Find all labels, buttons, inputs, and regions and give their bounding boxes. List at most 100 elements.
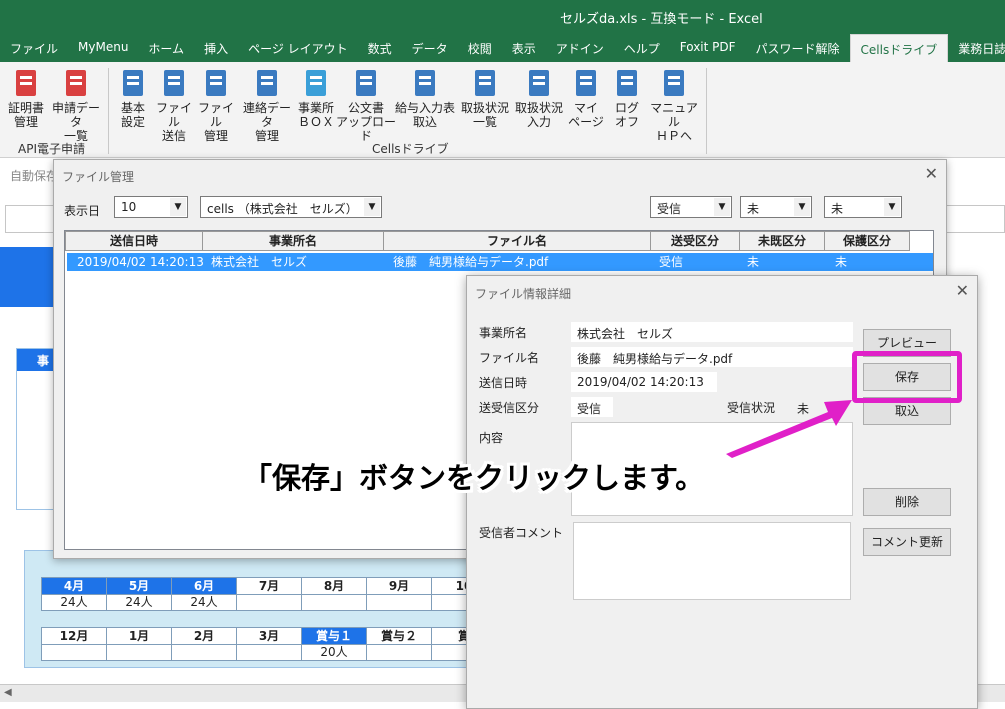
autosave-label: 自動保存 <box>10 169 59 183</box>
gear-icon <box>119 68 147 98</box>
row-office: 株式会社 セルズ <box>211 255 308 269</box>
chevron-down-icon[interactable]: ▼ <box>794 198 810 216</box>
dialog-title: ファイル情報詳細 <box>475 287 572 301</box>
office-select[interactable]: cells （株式会社 セルズ） ▼ <box>200 196 382 218</box>
close-icon[interactable]: ✕ <box>925 164 938 183</box>
row-direction: 受信 <box>659 255 684 269</box>
tab-9[interactable]: アドイン <box>546 34 614 62</box>
direction-value: 受信 <box>571 397 613 417</box>
row-saved: 未 <box>835 255 848 269</box>
tab-11[interactable]: Foxit PDF <box>670 34 746 62</box>
tab-3[interactable]: 挿入 <box>194 34 238 62</box>
tab-10[interactable]: ヘルプ <box>614 34 670 62</box>
upload-icon <box>352 68 380 98</box>
ribbon-button-certificate[interactable]: 証明書 管理 <box>4 66 48 129</box>
ribbon-button-upload[interactable]: 公文書 アップロード <box>336 66 396 143</box>
column-header[interactable]: 事業所名 <box>202 231 384 251</box>
month-value-cell <box>301 595 367 611</box>
file-label: ファイル名 <box>479 351 540 365</box>
group-separator <box>108 68 109 154</box>
delete-button[interactable]: 削除 <box>863 488 951 516</box>
comment-textarea[interactable] <box>573 522 851 600</box>
dialog-title: ファイル管理 <box>62 170 135 184</box>
ribbon-button-label: 管理 <box>13 115 38 129</box>
ribbon-button-status-list[interactable]: 取扱状況 一覧 <box>458 66 512 129</box>
ribbon-button-send-plane[interactable]: ファイル 送信 <box>154 66 194 143</box>
ribbon-button-label: ページ <box>568 115 604 129</box>
month-grid: 4月 5月 6月 7月 8月 9月 10 24人 24人 24人 12月 1月 2月 3月 賞与１ 賞与２… <box>24 550 497 668</box>
ribbon-button-label: ファイル <box>197 101 234 129</box>
tab-1[interactable]: MyMenu <box>68 34 138 62</box>
read-filter[interactable]: 未 ▼ <box>740 196 812 218</box>
chevron-down-icon[interactable]: ▼ <box>714 198 730 216</box>
ribbon-button-egov-list[interactable]: 申請データ 一覧 <box>48 66 104 143</box>
month-value-cell <box>236 595 302 611</box>
chevron-down-icon[interactable]: ▼ <box>170 198 186 216</box>
file-list-row[interactable]: 2019/04/02 14:20:13 株式会社 セルズ 後藤 純男様給与データ… <box>67 253 933 271</box>
scroll-left-icon[interactable]: ◀ <box>4 687 12 698</box>
ribbon-button-gear[interactable]: 基本 設定 <box>114 66 152 129</box>
ribbon-button-contact[interactable]: 連絡データ 管理 <box>238 66 296 143</box>
tab-6[interactable]: データ <box>402 34 458 62</box>
column-header[interactable]: 送受区分 <box>650 231 740 251</box>
ribbon-button-key[interactable]: ログ オフ <box>608 66 646 129</box>
group-separator <box>706 68 707 154</box>
display-day-select[interactable]: 10 ▼ <box>114 196 188 218</box>
month-value-cell <box>171 645 237 661</box>
window-title: セルズda.xls - 互換モード - Excel <box>560 12 763 27</box>
ribbon-button-home[interactable]: マイ ページ <box>566 66 606 129</box>
ribbon: API電子申請 Cellsドライブ 証明書 管理 申請データ 一覧 基本 設定 ファイル 送信… <box>0 62 1005 158</box>
tab-13[interactable]: Cellsドライブ <box>849 34 949 62</box>
status-list-icon <box>471 68 499 98</box>
month-value-cell <box>366 645 432 661</box>
office-label: 事業所名 <box>479 326 528 340</box>
tab-7[interactable]: 校閲 <box>458 34 502 62</box>
instruction-caption: 「保存」ボタンをクリックします。 <box>243 461 705 495</box>
tab-5[interactable]: 数式 <box>358 34 402 62</box>
column-header[interactable]: ファイル名 <box>383 231 651 251</box>
ribbon-button-label: マイ <box>573 101 598 115</box>
column-header[interactable]: 保護区分 <box>824 231 910 251</box>
ribbon-button-status-input[interactable]: 取扱状況 入力 <box>512 66 566 129</box>
tab-14[interactable]: 業務日誌 <box>948 34 1005 62</box>
direction-filter-value: 受信 <box>657 202 682 216</box>
sheet-banner <box>0 247 60 307</box>
tab-12[interactable]: パスワード解除 <box>746 34 850 62</box>
ribbon-button-document[interactable]: ファイル 管理 <box>196 66 236 143</box>
row-datetime: 2019/04/02 14:20:13 <box>77 255 204 269</box>
month-header-cell: 5月 <box>106 577 172 595</box>
ribbon-button-label: マニュアル <box>650 101 698 129</box>
month-header-cell: 3月 <box>236 627 302 645</box>
chevron-down-icon[interactable]: ▼ <box>364 198 380 216</box>
month-header-cell: 12月 <box>41 627 107 645</box>
column-header[interactable]: 未既区分 <box>739 231 825 251</box>
comment-label: 受信者コメント <box>479 526 564 540</box>
month-header-cell: 6月 <box>171 577 237 595</box>
chevron-down-icon[interactable]: ▼ <box>884 198 900 216</box>
sent-label: 送信日時 <box>479 376 528 390</box>
status-input-icon <box>525 68 553 98</box>
tab-8[interactable]: 表示 <box>502 34 546 62</box>
month-value-cell <box>366 595 432 611</box>
ribbon-button-box[interactable]: 事業所 ＢＯＸ <box>296 66 336 129</box>
saved-filter[interactable]: 未 ▼ <box>824 196 902 218</box>
update-comment-button[interactable]: コメント更新 <box>863 528 951 556</box>
tab-0[interactable]: ファイル <box>0 34 68 62</box>
month-header-cell: 9月 <box>366 577 432 595</box>
tab-4[interactable]: ページ レイアウト <box>238 34 358 62</box>
box-icon <box>302 68 330 98</box>
file-list-header: 送信日時 事業所名 ファイル名 送受区分 未既区分 保護区分 <box>65 231 910 251</box>
ribbon-button-yen-import[interactable]: 給与入力表 取込 <box>394 66 456 129</box>
close-icon[interactable]: ✕ <box>956 281 969 300</box>
direction-filter[interactable]: 受信 ▼ <box>650 196 732 218</box>
ribbon-tabs: ファイル MyMenu ホーム 挿入 ページ レイアウト 数式 データ 校閲 表示 アドイン ヘルプ… <box>0 34 1005 62</box>
certificate-icon <box>12 68 40 98</box>
ribbon-button-label: 取込 <box>412 115 437 129</box>
month-header-cell: 賞与２ <box>366 627 432 645</box>
column-header[interactable]: 送信日時 <box>65 231 203 251</box>
ribbon-button-label: 入力 <box>526 115 551 129</box>
tab-2[interactable]: ホーム <box>138 34 194 62</box>
month-value-cell: 24人 <box>106 595 172 611</box>
display-day-label: 表示日 <box>64 204 101 218</box>
ribbon-button-help[interactable]: マニュアル ＨＰへ <box>646 66 702 143</box>
